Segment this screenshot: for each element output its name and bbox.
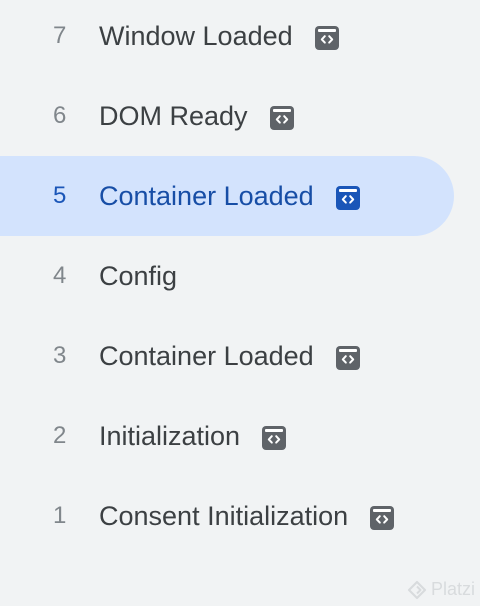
code-tag-icon bbox=[370, 506, 395, 530]
event-item-1[interactable]: 1 Consent Initialization bbox=[0, 476, 454, 556]
event-label: Container Loaded bbox=[99, 340, 314, 371]
code-tag-icon bbox=[314, 26, 339, 50]
event-item-6[interactable]: 6 DOM Ready bbox=[0, 76, 454, 156]
event-label: Initialization bbox=[99, 420, 241, 451]
event-number: 3 bbox=[53, 342, 67, 369]
event-label: Config bbox=[99, 260, 178, 291]
event-label: Consent Initialization bbox=[99, 500, 349, 531]
event-label: DOM Ready bbox=[99, 100, 248, 131]
event-item-3[interactable]: 3 Container Loaded bbox=[0, 316, 454, 396]
platzi-watermark: Platzi bbox=[407, 579, 475, 600]
event-number: 7 bbox=[53, 22, 67, 49]
event-timeline-list: 7 Window Loaded 6 DOM Ready 5 Container … bbox=[0, 0, 480, 606]
event-number: 4 bbox=[53, 262, 67, 289]
event-item-5[interactable]: 5 Container Loaded bbox=[0, 156, 454, 236]
event-number: 5 bbox=[53, 182, 67, 209]
event-item-2[interactable]: 2 Initialization bbox=[0, 396, 454, 476]
code-tag-icon bbox=[269, 106, 294, 130]
event-label: Window Loaded bbox=[99, 20, 293, 51]
event-item-4[interactable]: 4 Config bbox=[0, 236, 454, 316]
code-tag-icon bbox=[262, 426, 287, 450]
event-item-7[interactable]: 7 Window Loaded bbox=[0, 0, 454, 76]
code-tag-icon bbox=[335, 346, 360, 370]
watermark-text: Platzi bbox=[430, 579, 475, 599]
event-number: 6 bbox=[53, 102, 67, 129]
platzi-logo-icon bbox=[407, 580, 427, 600]
event-label: Container Loaded bbox=[99, 180, 314, 211]
event-number: 1 bbox=[53, 502, 67, 529]
event-number: 2 bbox=[53, 422, 67, 449]
code-tag-icon bbox=[335, 186, 360, 210]
